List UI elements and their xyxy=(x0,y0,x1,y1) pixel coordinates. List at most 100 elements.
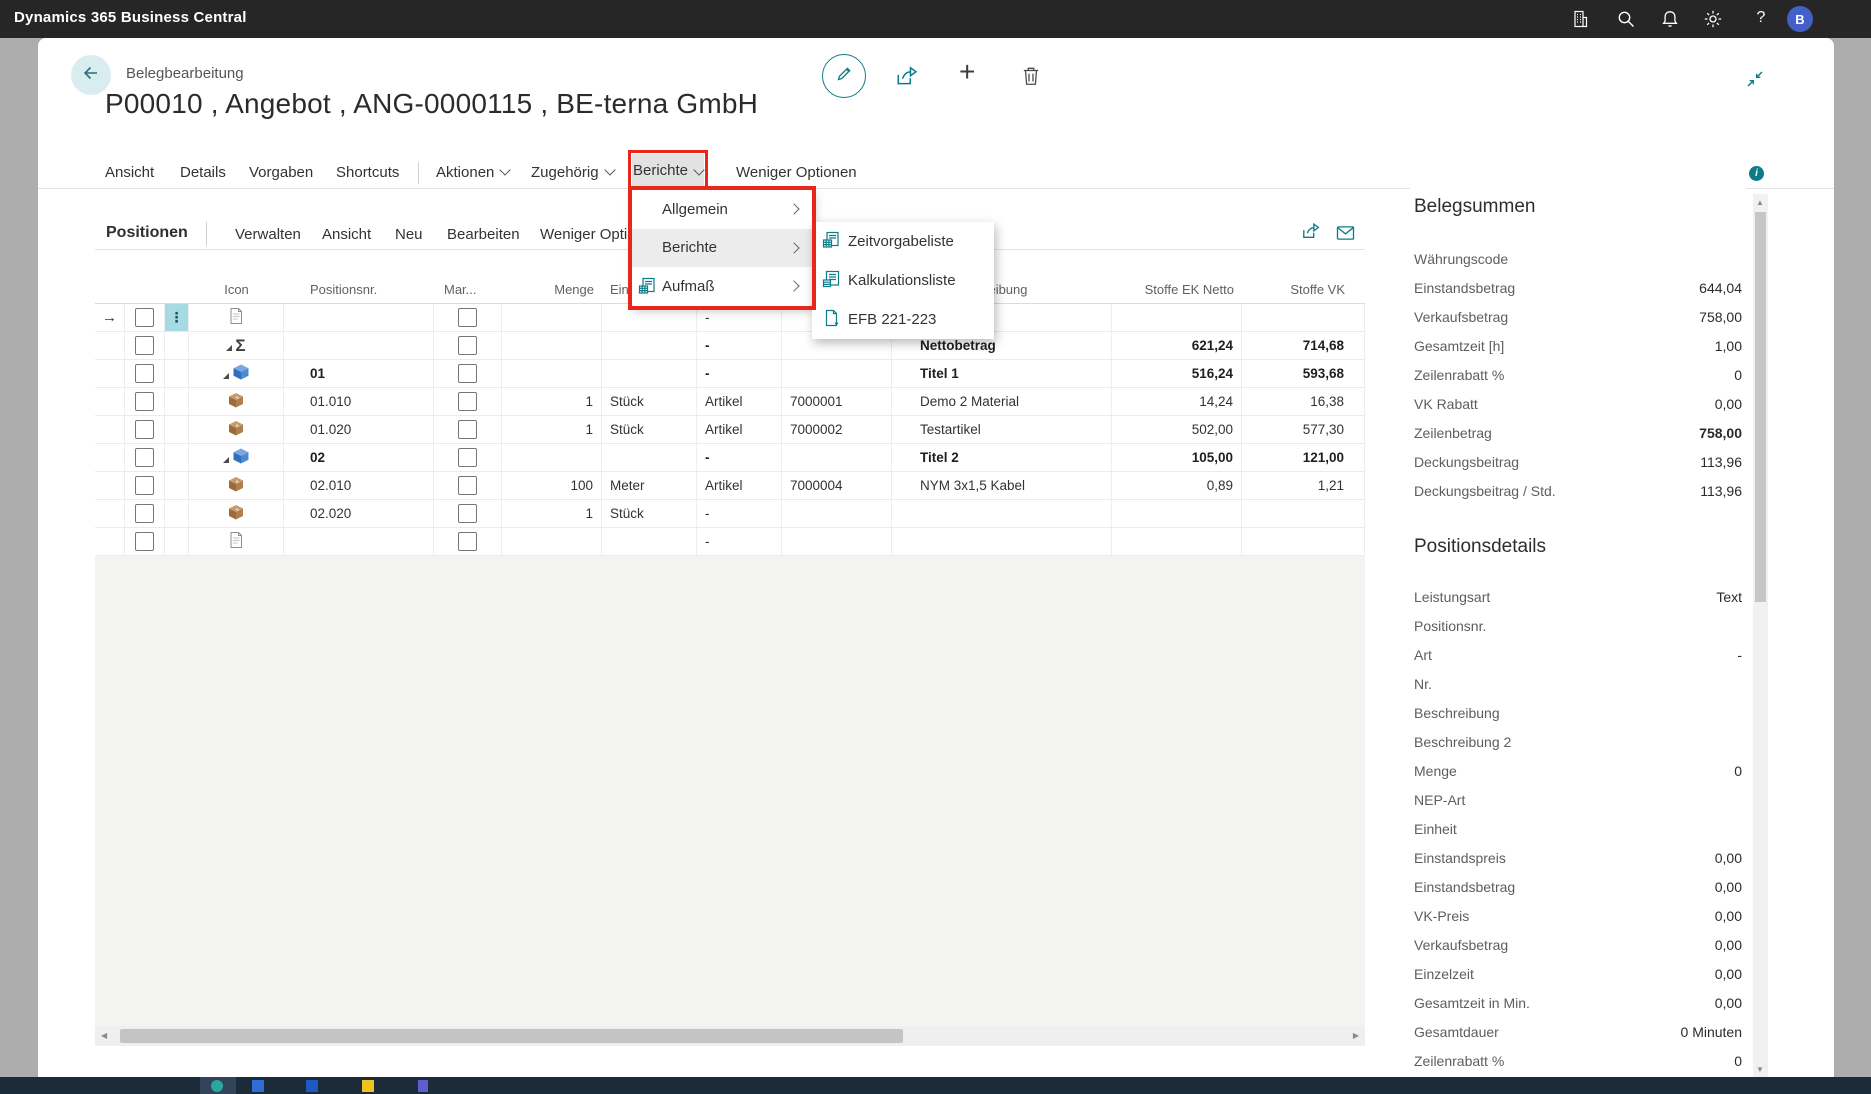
row-checkbox[interactable] xyxy=(458,336,477,355)
share-button[interactable] xyxy=(895,65,919,92)
menu-berichte[interactable]: Berichte xyxy=(632,154,705,186)
breadcrumb[interactable]: Belegbearbeitung xyxy=(126,65,244,82)
search-icon[interactable] xyxy=(1616,9,1638,31)
row-checkbox[interactable] xyxy=(135,532,154,551)
scrollbar-thumb[interactable] xyxy=(120,1029,903,1043)
taskbar-active-app[interactable] xyxy=(200,1077,236,1094)
scroll-down-icon[interactable]: ▼ xyxy=(1756,1065,1764,1074)
col-header-icon[interactable]: Icon xyxy=(189,276,284,303)
row-checkbox[interactable] xyxy=(458,420,477,439)
col-header-stoffe-vk[interactable]: Stoffe VK xyxy=(1242,276,1365,303)
field-value[interactable]: 0,00 xyxy=(1715,879,1742,895)
scroll-up-icon[interactable]: ▲ xyxy=(1756,198,1764,207)
vertical-scrollbar[interactable]: ▲ ▼ xyxy=(1753,194,1768,1078)
add-button[interactable]: + xyxy=(959,56,975,88)
row-checkbox[interactable] xyxy=(135,364,154,383)
row-checkbox[interactable] xyxy=(135,504,154,523)
factbox-title-positionsdetails[interactable]: Positionsdetails xyxy=(1414,536,1546,558)
help-icon[interactable]: ? xyxy=(1752,9,1770,31)
menu-zugehoerig[interactable]: Zugehörig xyxy=(531,164,616,181)
field-value[interactable]: 0,00 xyxy=(1715,908,1742,924)
table-row[interactable]: 01 - Titel 1 516,24 593,68 xyxy=(95,360,1365,388)
scrollbar-thumb[interactable] xyxy=(1755,212,1766,602)
table-row[interactable]: 02.020 1 Stück - xyxy=(95,500,1365,528)
row-checkbox[interactable] xyxy=(458,448,477,467)
delete-button[interactable] xyxy=(1020,65,1042,92)
tab-details[interactable]: Details xyxy=(180,164,226,181)
table-row[interactable]: - xyxy=(95,528,1365,556)
taskbar-icon[interactable] xyxy=(252,1080,264,1092)
taskbar-icon[interactable] xyxy=(306,1080,318,1092)
field-value[interactable]: 0,00 xyxy=(1715,966,1742,982)
toolbar-verwalten[interactable]: Verwalten xyxy=(235,226,301,243)
table-row[interactable]: 02.010 100 Meter Artikel 7000004 NYM 3x1,5 Ka… xyxy=(95,472,1365,500)
field-value[interactable]: 0 xyxy=(1734,367,1742,383)
row-checkbox[interactable] xyxy=(458,392,477,411)
share-lines-button[interactable] xyxy=(1301,222,1321,245)
field-value[interactable]: 0 xyxy=(1734,763,1742,779)
row-checkbox[interactable] xyxy=(135,476,154,495)
mail-lines-button[interactable] xyxy=(1336,225,1355,246)
table-row[interactable]: 01.020 1 Stück Artikel 7000002 Testartikel 502… xyxy=(95,416,1365,444)
tab-ansicht[interactable]: Ansicht xyxy=(105,164,154,181)
expand-triangle-icon[interactable] xyxy=(222,373,229,379)
col-header-markiert[interactable]: Mar... xyxy=(434,276,502,303)
field-value[interactable]: 0,00 xyxy=(1715,995,1742,1011)
row-checkbox[interactable] xyxy=(135,448,154,467)
col-header-menge[interactable]: Menge xyxy=(502,276,602,303)
table-row[interactable]: Σ - Nettobetrag 621,24 714,68 xyxy=(95,332,1365,360)
row-checkbox[interactable] xyxy=(135,336,154,355)
company-icon[interactable] xyxy=(1570,9,1592,31)
user-avatar[interactable]: B xyxy=(1787,6,1813,32)
col-header-positionsnr[interactable]: Positionsnr. xyxy=(284,276,434,303)
collapse-button[interactable] xyxy=(1745,69,1765,94)
field-value[interactable]: 0 Minuten xyxy=(1681,1024,1742,1040)
menu-item-berichte[interactable]: Berichte xyxy=(632,228,812,268)
field-value[interactable]: 113,96 xyxy=(1700,483,1742,499)
row-checkbox[interactable] xyxy=(458,364,477,383)
menu-item-allgemein[interactable]: Allgemein xyxy=(632,190,812,229)
field-value[interactable]: 644,04 xyxy=(1699,280,1742,296)
row-checkbox[interactable] xyxy=(135,308,154,327)
field-value[interactable]: 0 xyxy=(1734,1053,1742,1069)
expand-triangle-icon[interactable] xyxy=(222,457,229,463)
edit-button[interactable] xyxy=(822,54,866,98)
field-value[interactable]: 758,00 xyxy=(1699,309,1742,325)
row-checkbox[interactable] xyxy=(458,308,477,327)
menu-weniger-optionen[interactable]: Weniger Optionen xyxy=(736,164,857,181)
horizontal-scrollbar[interactable]: ◀ ▶ xyxy=(95,1026,1365,1046)
field-value[interactable]: 0,00 xyxy=(1715,850,1742,866)
taskbar-icon[interactable] xyxy=(418,1080,428,1092)
menu-item-aufmass[interactable]: Aufmaß xyxy=(632,267,812,306)
field-value[interactable]: 1,00 xyxy=(1715,338,1742,354)
table-row[interactable]: → ⋮ - xyxy=(95,304,1365,332)
row-menu-dots-icon[interactable]: ⋮ xyxy=(170,309,184,326)
factbox-title-belegsummen[interactable]: Belegsummen xyxy=(1414,196,1535,218)
toolbar-ansicht[interactable]: Ansicht xyxy=(322,226,371,243)
expand-triangle-icon[interactable] xyxy=(226,345,233,351)
tab-vorgaben[interactable]: Vorgaben xyxy=(249,164,313,181)
field-value[interactable]: 758,00 xyxy=(1699,425,1742,441)
notifications-icon[interactable] xyxy=(1660,9,1682,31)
row-checkbox[interactable] xyxy=(135,420,154,439)
toolbar-neu[interactable]: Neu xyxy=(395,226,423,243)
col-header-stoffe-ek-netto[interactable]: Stoffe EK Netto xyxy=(1112,276,1242,303)
menu-item-kalkulationsliste[interactable]: Kalkulationsliste xyxy=(812,261,994,300)
table-row[interactable]: 02 - Titel 2 105,00 121,00 xyxy=(95,444,1365,472)
toolbar-bearbeiten[interactable]: Bearbeiten xyxy=(447,226,520,243)
row-checkbox[interactable] xyxy=(135,392,154,411)
scroll-left-icon[interactable]: ◀ xyxy=(101,1031,107,1040)
taskbar-icon[interactable] xyxy=(362,1080,374,1092)
info-icon[interactable]: i xyxy=(1749,166,1764,181)
row-checkbox[interactable] xyxy=(458,504,477,523)
menu-item-zeitvorgabeliste[interactable]: Zeitvorgabeliste xyxy=(812,222,994,261)
table-row[interactable]: 01.010 1 Stück Artikel 7000001 Demo 2 Materia… xyxy=(95,388,1365,416)
settings-icon[interactable] xyxy=(1703,9,1725,31)
field-value[interactable]: Text xyxy=(1716,589,1742,605)
menu-item-efb-221-223[interactable]: EFB 221-223 xyxy=(812,300,994,339)
tab-shortcuts[interactable]: Shortcuts xyxy=(336,164,399,181)
scroll-right-icon[interactable]: ▶ xyxy=(1353,1031,1359,1040)
row-checkbox[interactable] xyxy=(458,532,477,551)
field-value[interactable]: 0,00 xyxy=(1715,396,1742,412)
field-value[interactable]: 113,96 xyxy=(1700,454,1742,470)
